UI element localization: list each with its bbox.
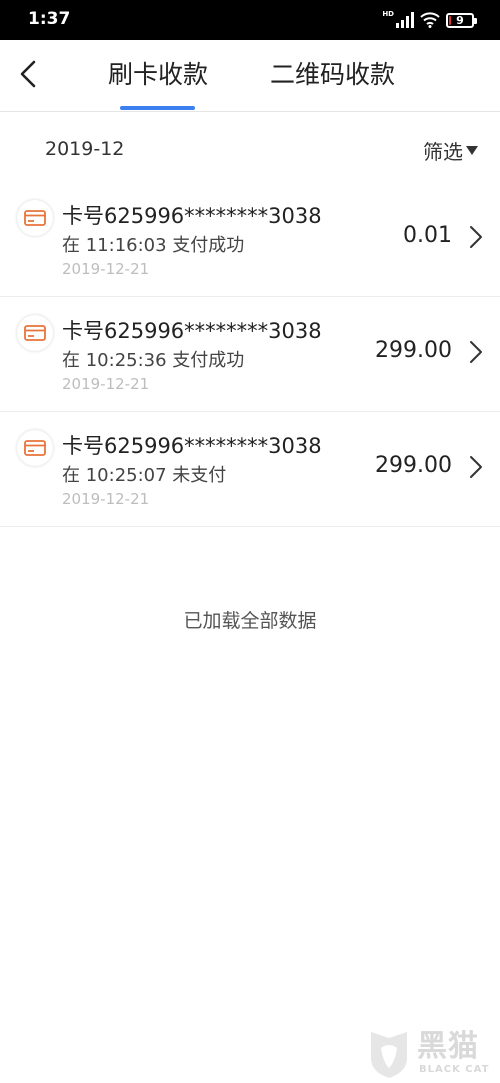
filter-button[interactable]: 筛选 (423, 136, 478, 165)
cat-logo-icon (371, 1032, 407, 1078)
record-row[interactable]: 卡号625996********3038 在 10:25:36 支付成功 201… (0, 297, 500, 412)
record-status: 在 11:16:03 支付成功 (62, 235, 245, 256)
record-date: 2019-12-21 (62, 260, 150, 278)
chevron-right-icon (470, 226, 482, 248)
filter-dropdown-icon (466, 146, 478, 155)
record-card-number: 卡号625996********3038 (62, 434, 322, 458)
record-date: 2019-12-21 (62, 375, 150, 393)
tab-card-payment[interactable]: 刷卡收款 (108, 58, 208, 92)
all-data-loaded-label: 已加载全部数据 (183, 610, 317, 632)
record-amount: 299.00 (375, 453, 452, 478)
battery-level: 9 (456, 13, 464, 27)
record-row[interactable]: 卡号625996********3038 在 10:25:07 未支付 2019… (0, 412, 500, 527)
bank-card-icon (17, 315, 53, 351)
battery-fill (449, 15, 451, 25)
record-row[interactable]: 卡号625996********3038 在 11:16:03 支付成功 201… (0, 182, 500, 297)
watermark-logo: 黑猫 BLACK CAT (365, 1028, 490, 1080)
month-label: 2019-12 (45, 138, 125, 160)
chevron-right-icon (470, 341, 482, 363)
record-card-number: 卡号625996********3038 (62, 319, 322, 343)
record-list: 卡号625996********3038 在 11:16:03 支付成功 201… (0, 182, 500, 527)
filter-bar: 2019-12 筛选 (0, 112, 500, 182)
bank-card-icon (17, 200, 53, 236)
watermark-subtext: BLACK CAT (419, 1064, 490, 1075)
active-tab-indicator (120, 106, 195, 110)
record-status: 在 10:25:36 支付成功 (62, 350, 245, 371)
tab-qr-payment[interactable]: 二维码收款 (270, 58, 395, 92)
watermark-text: 黑猫 (417, 1029, 479, 1064)
network-type-label: HD (382, 10, 394, 18)
status-time: 1:37 (28, 9, 71, 29)
record-date: 2019-12-21 (62, 490, 150, 508)
filter-label: 筛选 (423, 140, 463, 164)
status-bar: 1:37 HD 9 (0, 0, 500, 40)
header: 刷卡收款 二维码收款 (0, 40, 500, 112)
back-arrow-icon (20, 60, 36, 88)
battery-icon: 9 (446, 12, 477, 28)
record-amount: 0.01 (403, 223, 452, 248)
record-status: 在 10:25:07 未支付 (62, 465, 227, 486)
bank-card-icon (17, 430, 53, 466)
record-card-number: 卡号625996********3038 (62, 204, 322, 228)
chevron-right-icon (470, 456, 482, 478)
wifi-icon (420, 12, 440, 28)
signal-icon (396, 12, 414, 28)
status-icons: HD 9 (382, 10, 477, 30)
record-amount: 299.00 (375, 338, 452, 363)
back-button[interactable] (10, 54, 46, 94)
